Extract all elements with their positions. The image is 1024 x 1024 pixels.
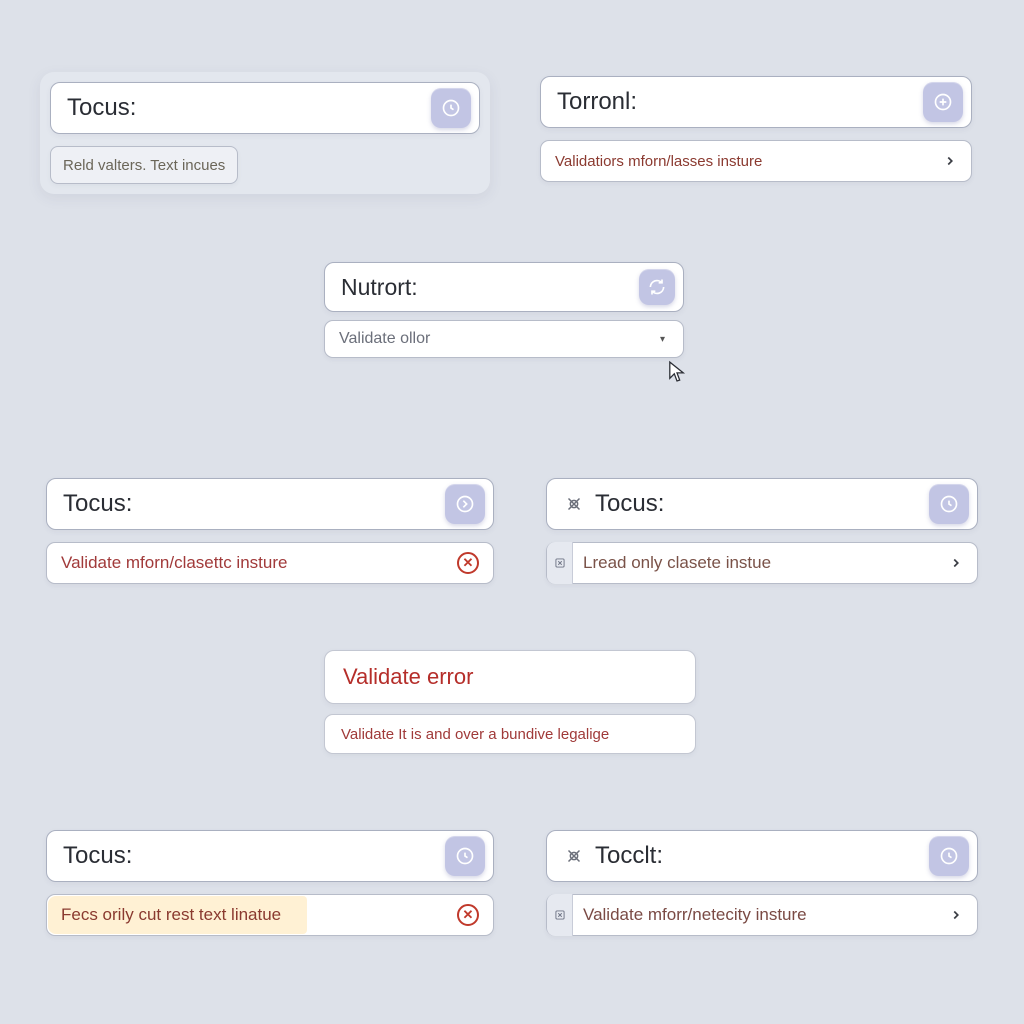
drag-icon <box>553 908 567 922</box>
clock-icon <box>441 98 461 118</box>
field-label: Tocus: <box>63 490 435 518</box>
error-message: Validate It is and over a bundive legali… <box>341 726 609 743</box>
row-handle[interactable] <box>547 894 573 936</box>
field-header-b[interactable]: Torronl: <box>540 76 972 128</box>
validation-message: Fecs orily cut rest text linatue <box>61 905 457 925</box>
error-header: Validate error <box>324 650 696 704</box>
field-action-button[interactable] <box>929 836 969 876</box>
field-action-button[interactable] <box>639 269 675 305</box>
field-action-button[interactable] <box>431 88 471 128</box>
settings-icon <box>563 493 585 515</box>
drag-icon <box>553 556 567 570</box>
validation-message: Validate mforr/netecity insture <box>583 905 949 925</box>
field-action-button[interactable] <box>445 836 485 876</box>
readonly-message: Lread only clasete instue <box>583 553 949 573</box>
field-label: Nutrort: <box>341 274 629 301</box>
clear-button[interactable]: ✕ <box>457 552 479 574</box>
error-title: Validate error <box>343 664 473 690</box>
clock-icon <box>939 494 959 514</box>
field-label: Tocus: <box>67 94 421 122</box>
validation-message: Validate mforn/clasettc insture <box>61 553 457 573</box>
field-header-d[interactable]: Tocus: <box>46 478 494 530</box>
mouse-cursor-icon <box>668 360 686 384</box>
field-card-g: Tocus: Fecs orily cut rest text linatue … <box>46 830 494 936</box>
field-label: Tocus: <box>595 490 919 518</box>
chevron-right-icon <box>949 556 963 570</box>
settings-icon <box>563 845 585 867</box>
select-dropdown[interactable]: Validate ollor ▾ <box>324 320 684 358</box>
validation-row[interactable]: Validate mforn/clasettc insture ✕ <box>46 542 494 584</box>
error-message-row: Validate It is and over a bundive legali… <box>324 714 696 754</box>
field-label: Tocus: <box>63 842 435 870</box>
field-label: Torronl: <box>557 88 913 116</box>
field-card-b: Torronl: Validatiors mforn/lasses instur… <box>540 76 972 182</box>
field-card-select: Nutrort: Validate ollor ▾ <box>324 262 684 358</box>
field-header-h[interactable]: Tocclt: <box>546 830 978 882</box>
field-action-button[interactable] <box>929 484 969 524</box>
field-card-d: Tocus: Validate mforn/clasettc insture ✕ <box>46 478 494 584</box>
field-header-g[interactable]: Tocus: <box>46 830 494 882</box>
refresh-icon <box>647 277 667 297</box>
plus-circle-icon <box>933 92 953 112</box>
chip-label: Reld valters. Text incues <box>63 157 225 174</box>
field-action-button[interactable] <box>445 484 485 524</box>
field-header-e[interactable]: Tocus: <box>546 478 978 530</box>
field-header-c[interactable]: Nutrort: <box>324 262 684 312</box>
field-action-button[interactable] <box>923 82 963 122</box>
chevron-right-icon <box>949 908 963 922</box>
chip-hint: Reld valters. Text incues <box>50 146 238 184</box>
clock-icon <box>939 846 959 866</box>
validation-row[interactable]: Validate mforr/netecity insture <box>546 894 978 936</box>
error-card: Validate error Validate It is and over a… <box>324 650 696 754</box>
dropdown-caret-icon: ▾ <box>660 334 665 345</box>
field-card-e: Tocus: Lread only clasete instue <box>546 478 978 584</box>
field-card-h: Tocclt: Validate mforr/netecity insture <box>546 830 978 936</box>
field-label: Tocclt: <box>595 842 919 870</box>
readonly-row[interactable]: Lread only clasete instue <box>546 542 978 584</box>
field-card-a: Tocus: Reld valters. Text incues <box>40 72 490 194</box>
row-handle[interactable] <box>547 542 573 584</box>
select-value: Validate ollor <box>339 330 660 348</box>
validation-row[interactable]: Validatiors mforn/lasses insture <box>540 140 972 182</box>
field-header-a[interactable]: Tocus: <box>50 82 480 134</box>
clear-button[interactable]: ✕ <box>457 904 479 926</box>
arrow-right-circle-icon <box>455 494 475 514</box>
validation-message: Validatiors mforn/lasses insture <box>555 153 943 170</box>
clock-icon <box>455 846 475 866</box>
validation-row-highlighted[interactable]: Fecs orily cut rest text linatue ✕ <box>46 894 494 936</box>
chevron-right-icon <box>943 154 957 168</box>
